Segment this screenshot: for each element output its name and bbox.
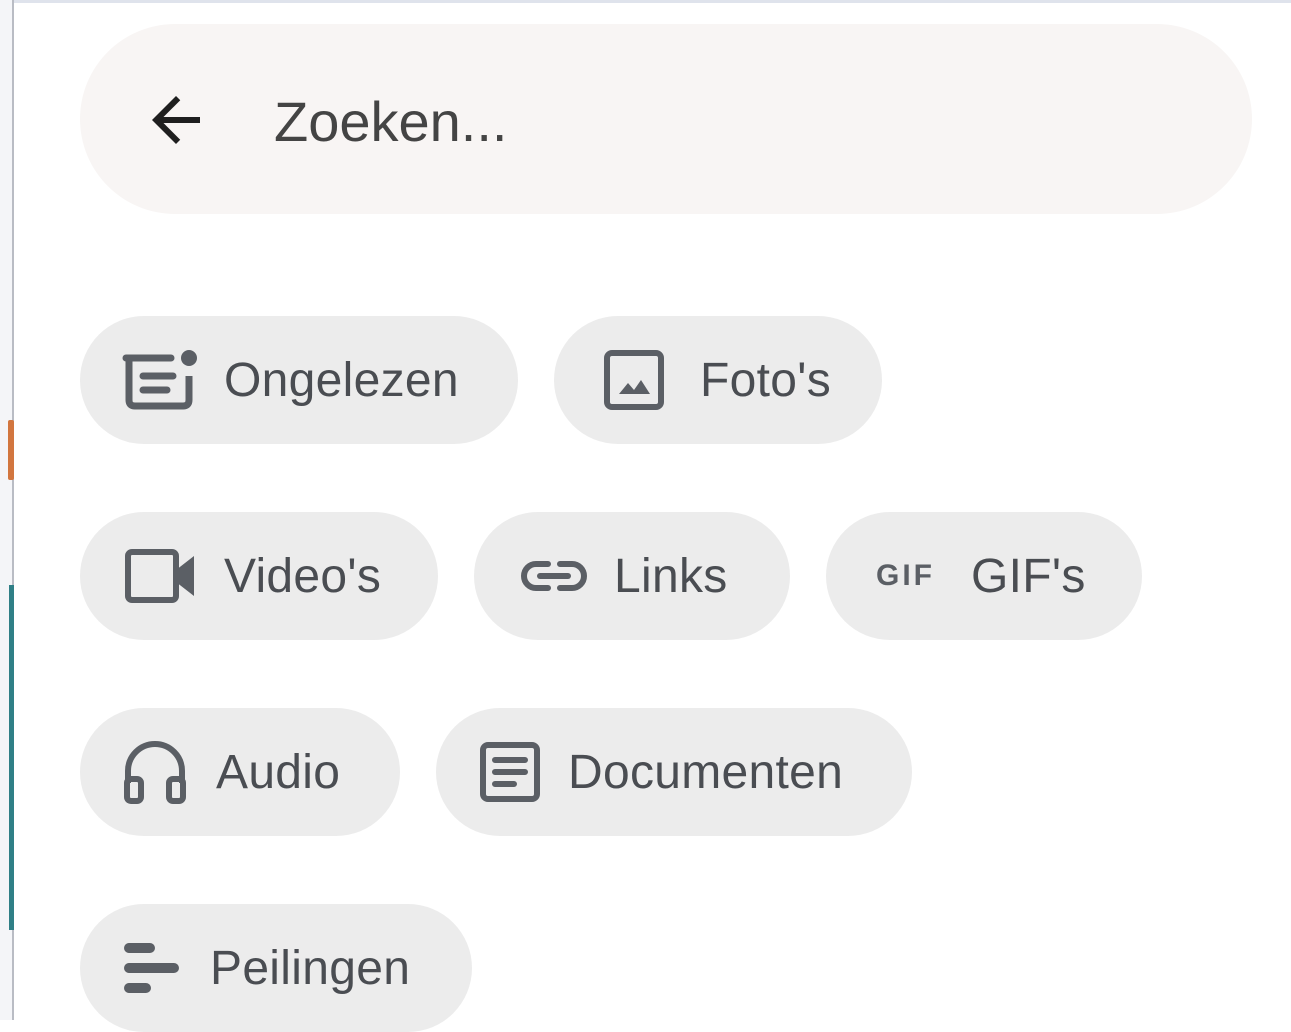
top-border [14,0,1291,3]
filter-chip-label: Documenten [568,745,844,799]
document-icon [478,740,542,804]
filter-chip-peilingen[interactable]: Peilingen [80,904,472,1032]
search-input[interactable] [274,76,1174,166]
unread-icon [120,348,200,412]
filter-chip-gifs[interactable]: GIF GIF's [826,512,1142,640]
filter-chip-label: Audio [216,745,341,799]
edge-accent-orange [8,420,14,480]
filter-chip-audio[interactable]: Audio [80,708,400,836]
filter-chip-documenten[interactable]: Documenten [436,708,912,836]
filter-chip-fotos[interactable]: Foto's [554,316,882,444]
video-icon [124,548,198,604]
filter-chip-label: Peilingen [210,941,411,995]
link-icon [518,552,590,600]
poll-icon [122,938,182,998]
headphones-icon [122,739,188,805]
window-edge [0,0,14,1020]
filter-chip-ongelezen[interactable]: Ongelezen [80,316,518,444]
arrow-back-icon [152,96,200,144]
filter-chip-label: Links [614,549,728,603]
filter-chip-label: Foto's [700,353,832,407]
filter-chip-label: Video's [224,549,382,603]
edge-accent-teal [9,585,14,930]
filter-chip-links[interactable]: Links [474,512,790,640]
photo-icon [602,348,666,412]
filter-chip-videos[interactable]: Video's [80,512,438,640]
filter-chip-label: GIF's [971,549,1086,603]
gif-icon: GIF [876,559,935,592]
back-button[interactable] [130,80,222,160]
filter-chip-label: Ongelezen [224,353,459,407]
